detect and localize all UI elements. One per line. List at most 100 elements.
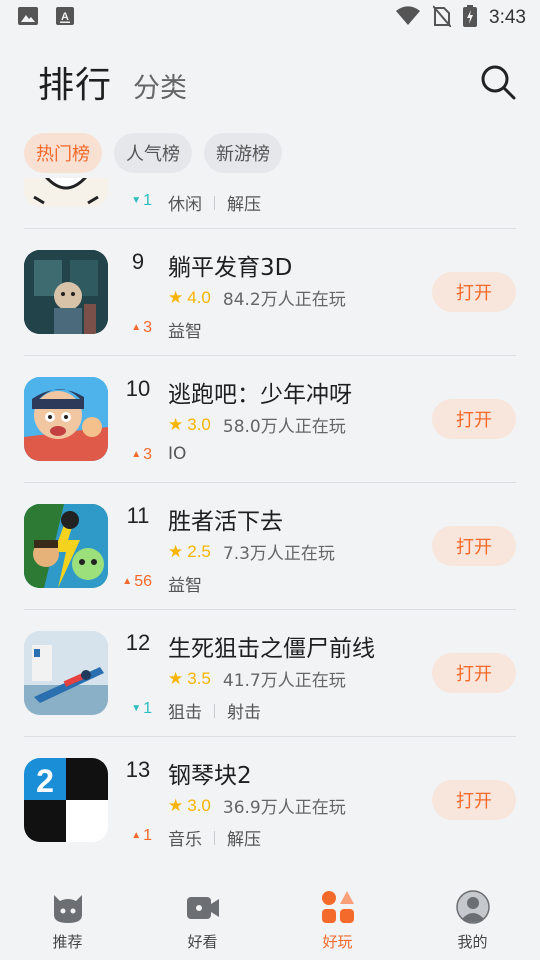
tag-list: IO: [168, 444, 186, 464]
rank-number: 10: [125, 376, 151, 401]
profile-icon: [455, 890, 490, 924]
app-name[interactable]: 生死狙击之僵尸前线: [168, 629, 375, 663]
open-button[interactable]: 打开: [432, 780, 516, 820]
rank-trend: ▼ 1: [131, 700, 152, 717]
app-icon-survivor: [24, 504, 108, 588]
rank-trend: ▲ 3: [131, 319, 152, 336]
nav-label: 推荐: [52, 933, 83, 951]
font-app-icon: A: [56, 7, 74, 29]
app-icon-lying-flat: [24, 250, 108, 334]
category-tab[interactable]: 分类: [133, 66, 187, 105]
tag-list: 益智: [168, 571, 202, 596]
app-name[interactable]: 逃跑吧：少年冲呀: [168, 375, 352, 409]
tag-list: 狙击 射击: [168, 698, 261, 723]
nav-label: 我的: [457, 933, 488, 951]
rating: 3.0: [187, 795, 211, 815]
tag: 益智: [168, 576, 202, 596]
rank-trend: ▲ 3: [131, 446, 152, 463]
app-meta: ★ 3.5 41.7万人正在玩: [168, 666, 346, 692]
star-icon: ★: [168, 668, 184, 689]
tag-divider: [214, 703, 215, 718]
open-button[interactable]: 打开: [432, 526, 516, 566]
battery-charging-icon: [463, 5, 478, 31]
list-item[interactable]: 9 ▲ 3 躺平发育3D ★ 4.0 84.2万人正在玩 益智 打开: [0, 229, 540, 356]
tab-new[interactable]: 新游榜: [204, 133, 282, 173]
app-meta: ★ 4.0 84.2万人正在玩: [168, 285, 346, 311]
list-item[interactable]: 12 ▼ 1 生死狙击之僵尸前线 ★ 3.5 41.7万人正在玩 狙击 射击 打开: [0, 610, 540, 737]
nav-watch[interactable]: 好看: [135, 875, 270, 960]
player-count: 36.9万人正在玩: [222, 798, 346, 818]
nav-games[interactable]: 好玩: [270, 875, 405, 960]
search-button[interactable]: [478, 62, 518, 102]
rank-trend: ▲ 56: [122, 573, 152, 590]
rank-number: 13: [125, 757, 151, 782]
nav-profile[interactable]: 我的: [405, 875, 540, 960]
player-count: 41.7万人正在玩: [222, 671, 346, 691]
app-icon-piano-tiles: 2: [24, 758, 108, 842]
page-title[interactable]: 排行: [38, 56, 112, 108]
tab-popular[interactable]: 人气榜: [114, 133, 192, 173]
app-name[interactable]: 钢琴块2: [168, 756, 252, 790]
svg-text:2: 2: [36, 763, 54, 799]
no-sim-icon: [432, 5, 452, 31]
tag-divider: [214, 195, 215, 210]
rank-number: 12: [125, 630, 151, 655]
star-icon: ★: [168, 287, 184, 308]
nav-label: 好看: [187, 933, 218, 951]
games-icon: [321, 891, 354, 923]
rating: 2.5: [187, 541, 211, 561]
app-meta: ★ 3.0 36.9万人正在玩: [168, 793, 346, 819]
app-screen: A 3:43 排行 分类 热门榜 人气榜 新游榜 ▼ 1 休闲 解压 9 ▲ 3…: [0, 0, 540, 960]
nav-recommend[interactable]: 推荐: [0, 875, 135, 960]
tag: 狙击: [168, 703, 202, 723]
open-button[interactable]: 打开: [432, 399, 516, 439]
clock: 3:43: [489, 7, 526, 28]
tag-list: 益智: [168, 317, 202, 342]
tag: 益智: [168, 322, 202, 342]
player-count: 58.0万人正在玩: [222, 417, 346, 437]
list-item[interactable]: 10 ▲ 3 逃跑吧：少年冲呀 ★ 3.0 58.0万人正在玩 IO 打开: [0, 356, 540, 483]
status-bar: A 3:43: [0, 0, 540, 36]
gallery-icon: [18, 7, 38, 29]
tag: IO: [168, 444, 187, 464]
search-icon: [481, 65, 516, 100]
list-item[interactable]: 2 13 ▲ 1 钢琴块2 ★ 3.0 36.9万人正在玩 音乐 解压 打开: [0, 737, 540, 860]
tag: 休闲: [168, 195, 202, 215]
app-name[interactable]: 胜者活下去: [168, 502, 283, 536]
svg-text:A: A: [61, 11, 69, 23]
tag: 解压: [227, 195, 261, 215]
star-icon: ★: [168, 541, 184, 562]
open-button[interactable]: 打开: [432, 272, 516, 312]
tag-divider: [214, 830, 215, 845]
ranking-list: ▼ 1 休闲 解压 9 ▲ 3 躺平发育3D ★ 4.0 84.2万人正在玩 益…: [0, 178, 540, 860]
rank-number: 9: [131, 249, 145, 274]
app-icon-sniper: [24, 631, 108, 715]
recommend-icon: [53, 895, 82, 923]
tag-list: 休闲 解压: [168, 190, 261, 215]
rating: 3.0: [187, 414, 211, 434]
ranking-tabs: 热门榜 人气榜 新游榜: [24, 133, 282, 173]
video-icon: [186, 897, 219, 919]
player-count: 7.3万人正在玩: [222, 544, 335, 564]
star-icon: ★: [168, 795, 184, 816]
list-item[interactable]: 11 ▲ 56 胜者活下去 ★ 2.5 7.3万人正在玩 益智 打开: [0, 483, 540, 610]
rating: 3.5: [187, 668, 211, 688]
app-icon-escape: [24, 377, 108, 461]
open-button[interactable]: 打开: [432, 653, 516, 693]
star-icon: ★: [168, 414, 184, 435]
rating: 4.0: [187, 287, 211, 307]
list-item[interactable]: ▼ 1 休闲 解压: [0, 178, 540, 229]
player-count: 84.2万人正在玩: [222, 290, 346, 310]
tag: 解压: [227, 830, 261, 850]
tag: 音乐: [168, 830, 202, 850]
page-header: 排行 分类: [0, 56, 540, 108]
tag: 射击: [227, 703, 261, 723]
app-meta: ★ 2.5 7.3万人正在玩: [168, 539, 335, 565]
app-icon-doodle: [24, 178, 108, 207]
wifi-icon: [395, 6, 421, 30]
rank-trend: ▼ 1: [131, 192, 152, 209]
rank-trend: ▲ 1: [131, 827, 152, 844]
app-name[interactable]: 躺平发育3D: [168, 248, 292, 282]
app-meta: ★ 3.0 58.0万人正在玩: [168, 412, 346, 438]
tab-hot[interactable]: 热门榜: [24, 133, 102, 173]
